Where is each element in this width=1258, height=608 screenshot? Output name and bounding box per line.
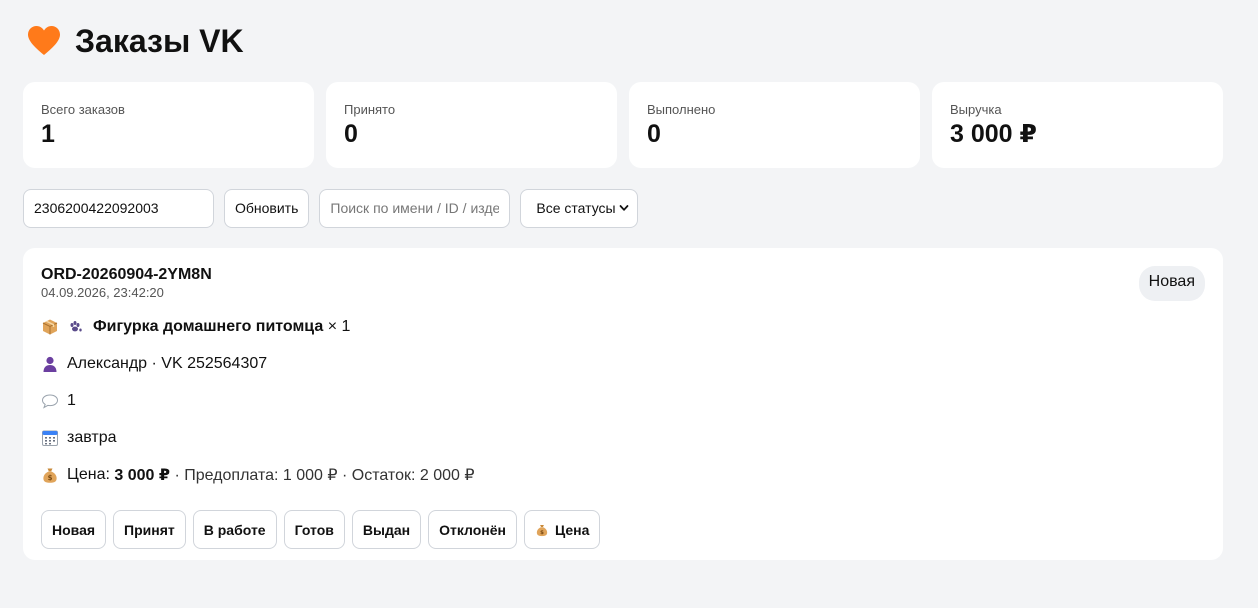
stat-label: Всего заказов — [41, 102, 125, 117]
status-filter-select[interactable]: Все статусы — [520, 188, 639, 228]
stat-label: Принято — [344, 102, 396, 117]
set-price-button[interactable]: $ Цена — [523, 510, 601, 549]
stat-label: Выполнено — [647, 102, 716, 117]
customer-row: Александр · VK 252564307 — [41, 354, 1205, 374]
price-label: Цена: — [67, 466, 110, 483]
svg-text:$: $ — [540, 529, 544, 535]
status-badge: Новая — [1138, 266, 1205, 301]
stat-total-orders: Всего заказов 1 — [23, 82, 314, 168]
price-row: $ Цена: 3 000 ₽ · Предоплата: 1 000 ₽ · … — [41, 465, 1205, 485]
orange-heart-icon — [27, 25, 61, 57]
order-card: ORD-20260904-2YM8N 04.09.2026, 23:42:20 … — [23, 248, 1223, 560]
money-bag-icon: $ — [535, 523, 549, 537]
set-status-issued-button[interactable]: Выдан — [351, 510, 422, 549]
deadline-text: завтра — [67, 429, 117, 446]
product-qty: × 1 — [327, 318, 351, 335]
paw-prints-icon — [67, 318, 85, 336]
order-id: ORD-20260904-2YM8N — [41, 266, 212, 283]
stat-label: Выручка — [950, 102, 1002, 117]
stat-completed: Выполнено 0 — [629, 82, 920, 168]
header: Заказы VK — [23, 0, 1235, 82]
stat-value: 0 — [344, 120, 358, 148]
stat-value: 0 — [647, 120, 661, 148]
stats-row: Всего заказов 1 Принято 0 Выполнено 0 Вы… — [23, 82, 1235, 168]
product-row: Фигурка домашнего питомца × 1 — [41, 317, 1205, 337]
customer-info: Александр · VK 252564307 — [67, 355, 268, 372]
package-icon — [41, 318, 59, 336]
deadline-row: завтра — [41, 428, 1205, 448]
money-bag-icon: $ — [41, 466, 59, 484]
refresh-button[interactable]: Обновить — [224, 188, 310, 228]
product-name: Фигурка домашнего питомца — [93, 318, 324, 335]
set-status-ready-button[interactable]: Готов — [283, 510, 345, 549]
order-date: 04.09.2026, 23:42:20 — [41, 285, 164, 300]
stat-revenue: Выручка 3 000 ₽ — [932, 82, 1223, 168]
stat-value: 1 — [41, 120, 55, 148]
comment-row: 1 — [41, 391, 1205, 411]
set-status-rejected-button[interactable]: Отклонён — [428, 510, 517, 549]
group-id-input[interactable] — [23, 188, 214, 228]
calendar-icon — [41, 429, 59, 447]
set-status-in-work-button[interactable]: В работе — [192, 510, 277, 549]
svg-text:$: $ — [48, 474, 53, 482]
page-title: Заказы VK — [75, 22, 244, 59]
chevron-down-icon — [619, 205, 629, 211]
person-icon — [41, 355, 59, 373]
page: Заказы VK Всего заказов 1 Принято 0 Выпо… — [0, 0, 1258, 560]
search-input[interactable] — [319, 188, 511, 228]
set-status-new-button[interactable]: Новая — [41, 510, 107, 549]
toolbar: Обновить Все статусы — [23, 188, 1235, 228]
price-details: · Предоплата: 1 000 ₽ · Остаток: 2 000 ₽ — [174, 467, 475, 484]
status-filter-value: Все статусы — [536, 200, 616, 216]
price-value: 3 000 ₽ — [114, 467, 170, 484]
comment-text: 1 — [67, 392, 76, 409]
set-price-label: Цена — [554, 521, 590, 538]
status-actions: Новая Принят В работе Готов Выдан Отклон… — [41, 510, 1205, 549]
speech-bubble-icon — [41, 392, 59, 410]
stat-accepted: Принято 0 — [326, 82, 617, 168]
stat-value: 3 000 ₽ — [950, 120, 1037, 148]
set-status-accepted-button[interactable]: Принят — [113, 510, 186, 549]
